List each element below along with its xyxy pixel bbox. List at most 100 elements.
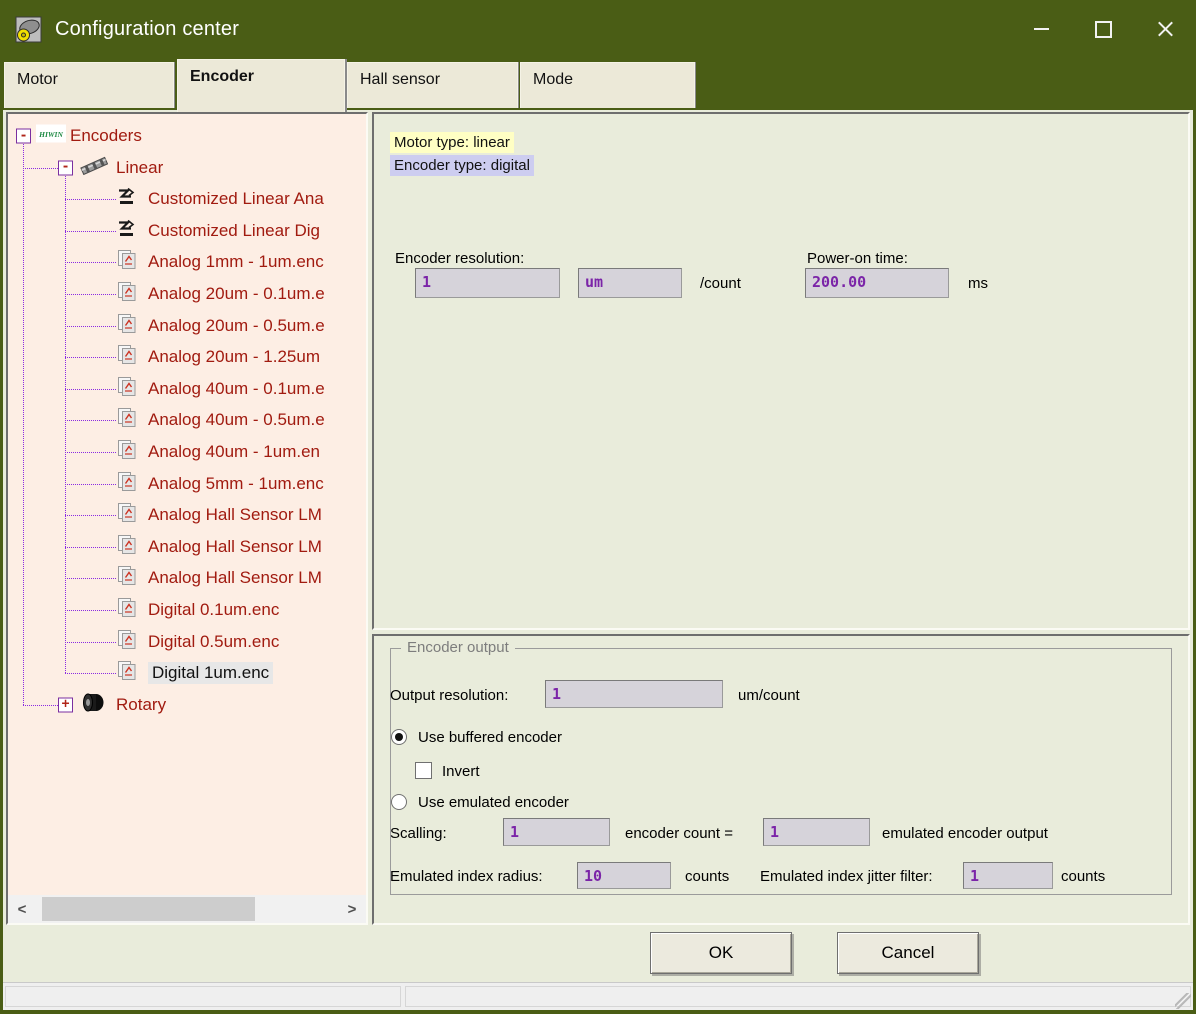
tree-item-label[interactable]: Encoders — [70, 126, 142, 146]
minimize-icon — [1034, 28, 1049, 30]
window-title: Configuration center — [55, 18, 239, 41]
emulated-index-radius-label: Emulated index radius: — [390, 868, 543, 885]
tab-mode[interactable]: Mode — [520, 62, 695, 108]
tree-item-label[interactable]: Analog 20um - 1.25um — [148, 347, 320, 367]
tree-item-label[interactable]: Digital 0.1um.enc — [148, 600, 279, 620]
tree-item-label[interactable]: Analog Hall Sensor LM — [148, 568, 322, 588]
tree-item-label[interactable]: Customized Linear Dig — [148, 221, 320, 241]
use-buffered-encoder-radio[interactable] — [391, 729, 407, 745]
tree-item[interactable]: Analog 20um - 0.5um.e — [8, 310, 366, 342]
invert-checkbox[interactable] — [415, 762, 432, 779]
linear-encoder-icon — [80, 154, 108, 181]
tree-item-label[interactable]: Rotary — [116, 695, 166, 715]
tree-item[interactable]: Digital 0.5um.enc — [8, 626, 366, 658]
tree-item-label[interactable]: Analog 20um - 0.5um.e — [148, 316, 325, 336]
encoder-type-text: Encoder type: digital — [390, 155, 534, 176]
tree-item-label[interactable]: Analog 20um - 0.1um.e — [148, 284, 325, 304]
output-resolution-unit-label: um/count — [738, 687, 800, 704]
tree-item-label[interactable]: Analog 40um - 0.1um.e — [148, 379, 325, 399]
encoder-resolution-input[interactable]: 1 — [415, 268, 560, 298]
tree-item[interactable]: Analog Hall Sensor LM — [8, 562, 366, 594]
rotary-motor-icon — [80, 691, 106, 718]
tree-item[interactable]: + Rotary — [8, 689, 366, 721]
per-count-label: /count — [700, 275, 741, 292]
maximize-button[interactable] — [1072, 0, 1134, 58]
tree-item-label[interactable]: Analog 1mm - 1um.enc — [148, 252, 324, 272]
power-on-time-input[interactable]: 200.00 — [805, 268, 949, 298]
tab-hall-sensor[interactable]: Hall sensor — [347, 62, 518, 108]
scaling-encoder-count-input[interactable]: 1 — [503, 818, 610, 846]
window-bottom-border — [0, 1010, 1196, 1014]
tree-item[interactable]: Analog 20um - 1.25um — [8, 341, 366, 373]
scroll-right-icon[interactable]: > — [338, 895, 366, 923]
encoder-file-icon — [116, 597, 138, 624]
cancel-button[interactable]: Cancel — [837, 932, 979, 974]
collapse-icon[interactable]: - — [16, 129, 31, 144]
scroll-left-icon[interactable]: < — [8, 895, 36, 923]
tree-connector — [65, 610, 116, 611]
tree-item[interactable]: Analog 40um - 0.1um.e — [8, 373, 366, 405]
tree-connector — [65, 452, 116, 453]
tree-item[interactable]: Digital 0.1um.enc — [8, 594, 366, 626]
tree-item[interactable]: Analog 20um - 0.1um.e — [8, 278, 366, 310]
status-bar-pane — [405, 986, 1191, 1007]
tree-item[interactable]: - Linear — [8, 152, 366, 184]
tree-horizontal-scrollbar[interactable]: < > — [8, 895, 366, 923]
output-resolution-label: Output resolution: — [390, 687, 508, 704]
tree-item-label[interactable]: Analog 40um - 0.5um.e — [148, 410, 325, 430]
tree-item-label[interactable]: Analog Hall Sensor LM — [148, 537, 322, 557]
tree-item[interactable]: Analog Hall Sensor LM — [8, 531, 366, 563]
tree-connector — [65, 357, 116, 358]
encoder-file-icon — [116, 249, 138, 276]
scaling-emulated-output-input[interactable]: 1 — [763, 818, 870, 846]
tree-item-label[interactable]: Linear — [116, 158, 163, 178]
tree-item[interactable]: -HIWIN Encoders — [8, 120, 366, 152]
tree-connector — [23, 168, 58, 169]
tree-item[interactable]: Digital 1um.enc — [8, 657, 366, 689]
tree-item[interactable]: Customized Linear Ana — [8, 183, 366, 215]
tree-item-label[interactable]: Analog 40um - 1um.en — [148, 442, 320, 462]
encoder-file-icon — [116, 502, 138, 529]
tab-motor[interactable]: Motor — [4, 62, 174, 108]
tree-item-label[interactable]: Analog 5mm - 1um.enc — [148, 474, 324, 494]
resize-grip[interactable] — [1175, 993, 1191, 1009]
tree-connector — [65, 262, 116, 263]
tree-item-label[interactable]: Digital 1um.enc — [148, 662, 273, 684]
emulated-index-jitter-input[interactable]: 1 — [963, 862, 1053, 889]
tree-item[interactable]: Analog 1mm - 1um.enc — [8, 246, 366, 278]
use-buffered-encoder-label: Use buffered encoder — [418, 729, 562, 746]
collapse-icon[interactable]: - — [58, 160, 73, 175]
encoder-file-icon — [116, 281, 138, 308]
tree-item-label[interactable]: Digital 0.5um.enc — [148, 632, 279, 652]
encoder-file-icon — [116, 344, 138, 371]
output-resolution-input[interactable]: 1 — [545, 680, 723, 708]
expand-icon[interactable]: + — [58, 697, 73, 712]
close-button[interactable] — [1134, 0, 1196, 58]
tree-item-label[interactable]: Analog Hall Sensor LM — [148, 505, 322, 525]
index-radius-counts-label: counts — [685, 868, 729, 885]
tab-encoder[interactable]: Encoder — [177, 59, 345, 112]
tree-item[interactable]: Analog Hall Sensor LM — [8, 499, 366, 531]
scrollbar-thumb[interactable] — [42, 897, 255, 921]
svg-text:HIWIN: HIWIN — [38, 130, 63, 139]
tree-item[interactable]: Customized Linear Dig — [8, 215, 366, 247]
tree-item[interactable]: Analog 40um - 0.5um.e — [8, 404, 366, 436]
emulated-index-radius-input[interactable]: 10 — [577, 862, 671, 889]
emulated-index-jitter-filter-label: Emulated index jitter filter: — [760, 868, 933, 885]
tree-item[interactable]: Analog 5mm - 1um.enc — [8, 468, 366, 500]
minimize-button[interactable] — [1010, 0, 1072, 58]
scrollbar-track[interactable] — [36, 895, 338, 923]
encoder-file-icon — [116, 470, 138, 497]
encoder-file-icon — [116, 660, 138, 687]
encoder-file-icon — [116, 565, 138, 592]
app-icon — [15, 16, 42, 43]
use-emulated-encoder-radio[interactable] — [391, 794, 407, 810]
custom-encoder-icon — [116, 186, 138, 213]
ok-button[interactable]: OK — [650, 932, 792, 974]
tree-connector — [65, 420, 116, 421]
tree-connector — [65, 326, 116, 327]
tree-item[interactable]: Analog 40um - 1um.en — [8, 436, 366, 468]
tree-item-label[interactable]: Customized Linear Ana — [148, 189, 324, 209]
tree-connector — [65, 515, 116, 516]
encoder-resolution-unit-input[interactable]: um — [578, 268, 682, 298]
